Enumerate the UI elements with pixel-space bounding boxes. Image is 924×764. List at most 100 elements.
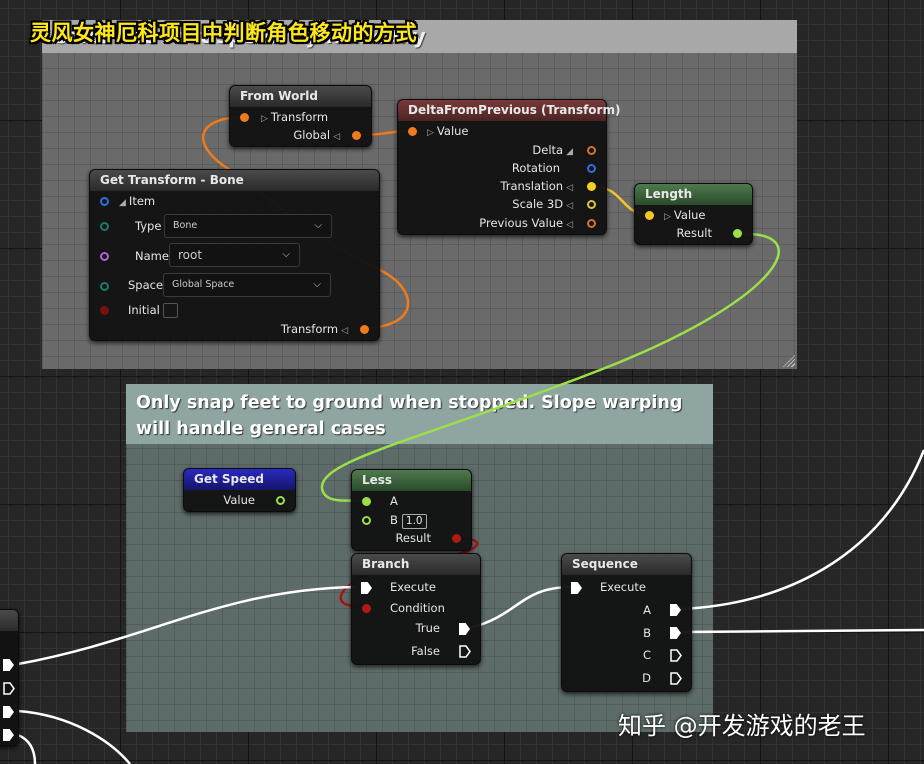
node-title: Get Transform - Bone: [90, 170, 379, 191]
b-input-pin[interactable]: [362, 516, 371, 525]
result-output-pin[interactable]: [733, 229, 742, 238]
node-title: Length: [635, 184, 752, 205]
collapse-arrow-icon[interactable]: ◁: [341, 326, 348, 336]
pin-label-row: ▷ Value: [424, 122, 469, 140]
node-get-speed[interactable]: Get Speed Value: [183, 468, 296, 512]
node-title: From World: [230, 86, 371, 107]
space-input-pin[interactable]: [100, 282, 109, 291]
transform-input-label: Transform: [270, 110, 329, 124]
scale3d-output-pin[interactable]: [587, 200, 596, 209]
name-input-pin[interactable]: [100, 252, 109, 261]
output-b-label: B: [643, 626, 651, 640]
global-output-pin[interactable]: [352, 131, 361, 140]
pin-label-row: Transform ◁: [281, 320, 351, 338]
rotation-output-label: Rotation: [511, 161, 560, 175]
exec-output-pin-1[interactable]: [3, 659, 14, 671]
wire-left-exec-3: [17, 709, 131, 764]
expand-arrow-icon[interactable]: ▷: [664, 212, 671, 222]
output-d-exec-pin[interactable]: [670, 672, 682, 685]
type-input-pin[interactable]: [100, 222, 109, 231]
translation-output-pin[interactable]: [587, 182, 596, 191]
execute-input-exec-pin[interactable]: [571, 582, 582, 594]
exec-output-pin-2[interactable]: [3, 682, 15, 695]
transform-input-pin[interactable]: [240, 113, 249, 122]
pin-label-row: Previous Value ◁: [479, 214, 576, 232]
value-input-pin[interactable]: [645, 211, 654, 220]
pin-label-row: Global ◁: [293, 126, 343, 144]
output-b-exec-pin[interactable]: [670, 627, 681, 639]
name-dropdown-value: root: [178, 248, 203, 262]
node-title: Get Speed: [184, 469, 295, 490]
true-output-exec-pin[interactable]: [459, 623, 470, 635]
node-title: Branch: [352, 554, 480, 575]
wire-left-exec-4: [17, 733, 37, 764]
pin-label-row: B 1.0: [390, 511, 427, 529]
transform-output-pin[interactable]: [360, 325, 369, 334]
initial-checkbox[interactable]: [163, 303, 179, 318]
false-output-exec-pin[interactable]: [459, 645, 471, 658]
collapse-arrow-icon[interactable]: ◁: [566, 201, 573, 211]
pin-label-row: Initial: [128, 301, 179, 319]
previous-value-output-pin[interactable]: [587, 219, 596, 228]
node-title: [0, 610, 18, 631]
collapse-arrow-icon[interactable]: ◁: [566, 183, 573, 193]
node-less[interactable]: Less A B 1.0 Result: [351, 469, 472, 551]
condition-input-pin[interactable]: [362, 604, 371, 613]
transform-output-label: Transform: [280, 322, 339, 336]
scale3d-output-label: Scale 3D: [512, 197, 564, 211]
result-output-pin[interactable]: [452, 534, 461, 543]
space-dropdown[interactable]: Global Space ⌵: [163, 273, 331, 297]
rotation-output-pin[interactable]: [587, 164, 596, 173]
value-input-pin[interactable]: [408, 127, 417, 136]
node-get-transform-bone[interactable]: Get Transform - Bone ◢ Item Type Bone ⌵ N…: [89, 169, 380, 341]
value-input-label: Value: [436, 124, 469, 138]
value-input-label: Value: [673, 208, 706, 222]
delta-output-pin[interactable]: [587, 146, 596, 155]
node-length[interactable]: Length ▷ Value Result: [634, 183, 753, 245]
b-value-input[interactable]: 1.0: [401, 514, 427, 529]
node-sequence[interactable]: Sequence Execute A B C D: [561, 553, 692, 692]
expand-corner-icon[interactable]: ◢: [566, 147, 573, 157]
a-input-pin[interactable]: [362, 497, 371, 506]
space-label: Space: [128, 278, 164, 292]
node-branch[interactable]: Branch Execute Condition True False: [351, 553, 481, 665]
execute-input-exec-pin[interactable]: [361, 582, 372, 594]
pin-label-row: ▷ Value: [661, 206, 706, 224]
node-title: Sequence: [562, 554, 691, 575]
output-c-exec-pin[interactable]: [670, 649, 682, 662]
node-offscreen-left[interactable]: [0, 609, 19, 746]
item-input-pin[interactable]: [100, 197, 109, 206]
output-d-label: D: [642, 671, 651, 685]
initial-input-pin[interactable]: [100, 306, 109, 315]
pin-label-row: ◢ Item: [116, 192, 155, 210]
type-label: Type: [135, 219, 162, 233]
exec-output-pin-3[interactable]: [3, 706, 14, 718]
collapse-arrow-icon[interactable]: ◁: [566, 220, 573, 230]
value-output-pin[interactable]: [276, 496, 285, 505]
type-dropdown[interactable]: Bone ⌵: [164, 214, 332, 238]
previous-value-output-label: Previous Value: [479, 216, 564, 230]
comment-title[interactable]: Only snap feet to ground when stopped. S…: [126, 384, 713, 444]
name-label: Name: [135, 249, 169, 263]
output-a-exec-pin[interactable]: [670, 604, 681, 616]
collapse-arrow-icon[interactable]: ◁: [333, 132, 340, 142]
wire-sequence-a-out: [679, 449, 924, 611]
exec-output-pin-4[interactable]: [3, 729, 14, 741]
condition-label: Condition: [390, 601, 445, 615]
pin-label-row: Delta ◢: [532, 141, 576, 159]
false-label: False: [411, 644, 440, 658]
value-output-label: Value: [223, 493, 255, 507]
expand-arrow-icon[interactable]: ▷: [427, 128, 434, 138]
expand-arrow-icon[interactable]: ▷: [261, 114, 268, 124]
a-label: A: [390, 494, 398, 508]
node-delta-from-previous[interactable]: DeltaFromPrevious (Transform) ▷ Value Del…: [397, 99, 620, 235]
expanded-arrow-icon[interactable]: ◢: [119, 198, 126, 208]
node-title: DeltaFromPrevious (Transform): [398, 100, 620, 121]
chevron-down-icon: ⌵: [282, 249, 290, 260]
node-title: Less: [352, 470, 471, 491]
initial-label: Initial: [128, 303, 160, 317]
name-dropdown[interactable]: root ⌵: [169, 243, 300, 267]
node-from-world[interactable]: From World ▷ Transform Global ◁: [229, 85, 372, 147]
pin-label-row: ▷ Transform: [258, 108, 328, 126]
execute-label: Execute: [390, 580, 436, 594]
